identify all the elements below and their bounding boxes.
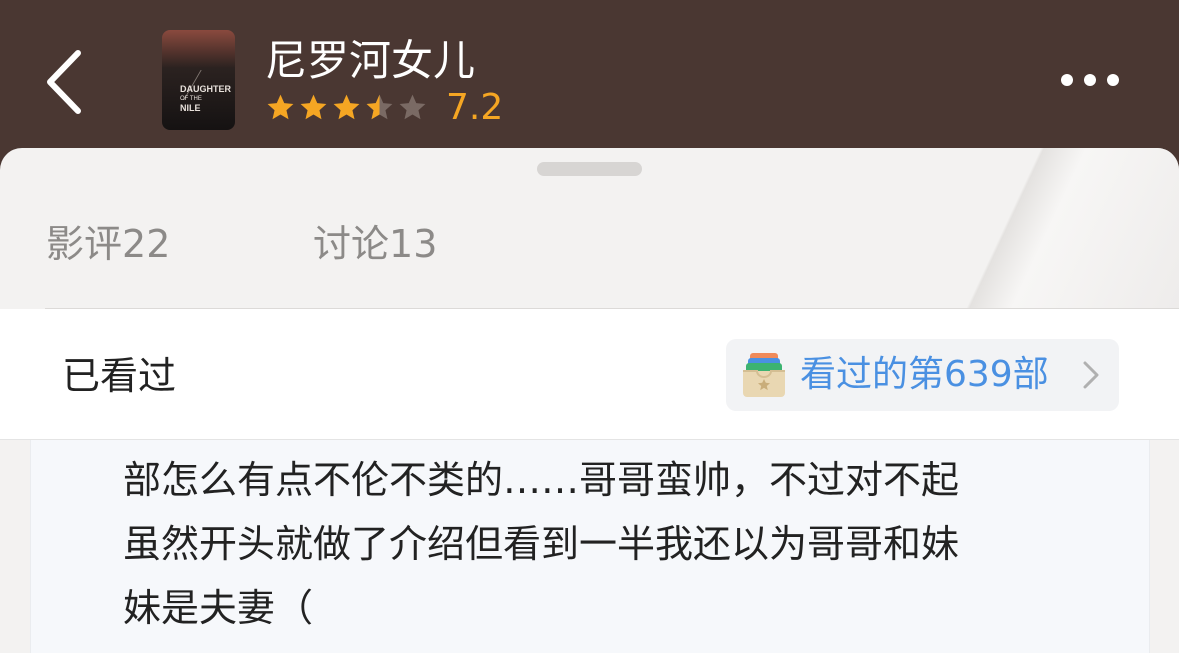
page-curl-decoration [950,148,1179,308]
star-full-icon [333,94,360,120]
watched-count-text: 看过的第639部 [800,354,1049,395]
poster-subtitle: OF THE [180,96,202,102]
watched-status-row: 已看过 看过的第639部 [0,309,1179,440]
poster-text: DAUGHTER OF THE NILE [180,84,231,114]
more-dot [1061,74,1073,86]
comment-body: 部怎么有点不伦不类的……哥哥蛮帅，不过对不起 虽然开头就做了介绍但看到一半我还以… [123,448,1123,640]
tab-discussions-count: 13 [389,222,438,266]
tab-discussions-label: 讨论 [313,222,390,266]
tab-reviews[interactable]: 影评22 [46,220,170,268]
tab-reviews-label: 影评 [46,222,123,266]
archive-box-icon [743,353,785,397]
comment-line: 妹是夫妻（ [123,586,314,630]
chevron-right-icon [1083,361,1099,389]
more-dot [1084,74,1096,86]
more-dot [1107,74,1119,86]
tab-reviews-count: 22 [122,222,171,266]
rating-stars [265,92,428,123]
star-half-icon [366,94,393,120]
sheet-drag-handle[interactable] [537,162,642,176]
movie-poster[interactable]: DAUGHTER OF THE NILE [162,30,235,130]
more-button[interactable] [1052,60,1128,100]
bottom-sheet: 影评22 讨论13 已看过 看过的第639部 部怎么有点不伦不类的……哥哥蛮帅，… [0,148,1179,653]
poster-title-2: NILE [180,103,201,113]
movie-header: DAUGHTER OF THE NILE 尼罗河女儿 7.2 [0,0,1179,160]
star-empty-icon [399,94,426,120]
watched-count-button[interactable]: 看过的第639部 [726,339,1119,411]
comment-line: 部怎么有点不伦不类的……哥哥蛮帅，不过对不起 [123,458,960,502]
comment-line: 虽然开头就做了介绍但看到一半我还以为哥哥和妹 [123,522,960,566]
watched-status-label: 已看过 [62,354,177,398]
rating-score: 7.2 [446,87,504,128]
movie-title: 尼罗河女儿 [265,36,476,85]
poster-title: DAUGHTER [180,84,231,94]
star-full-icon [267,94,294,120]
star-full-icon [300,94,327,120]
chevron-left-icon [47,50,81,114]
back-button[interactable] [40,45,100,120]
tab-discussions[interactable]: 讨论13 [313,220,437,268]
comment-card[interactable]: 部怎么有点不伦不类的……哥哥蛮帅，不过对不起 虽然开头就做了介绍但看到一半我还以… [30,440,1150,653]
